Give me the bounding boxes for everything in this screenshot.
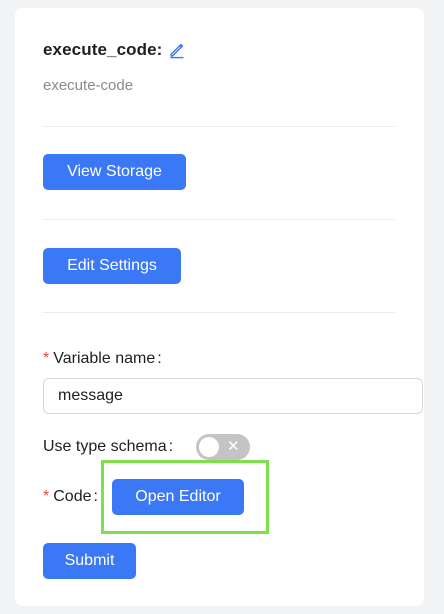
variable-name-label-text: Variable name — [53, 350, 156, 367]
use-type-schema-label-text: Use type schema — [43, 438, 167, 455]
view-storage-button[interactable]: View Storage — [43, 154, 186, 190]
toggle-knob — [199, 437, 219, 457]
close-icon: ✕ — [227, 438, 240, 455]
use-type-schema-label: Use type schema: — [43, 438, 173, 456]
edit-settings-button[interactable]: Edit Settings — [43, 248, 181, 284]
code-label-text: Code — [53, 488, 92, 505]
pencil-icon[interactable] — [168, 41, 186, 59]
submit-button[interactable]: Submit — [43, 543, 136, 579]
node-title: execute_code: — [43, 40, 163, 59]
variable-name-input[interactable] — [43, 378, 423, 414]
node-settings-card: execute_code: execute-code View Storage … — [15, 8, 424, 606]
use-type-schema-toggle[interactable]: ✕ — [196, 434, 250, 460]
title-row: execute_code: — [43, 40, 186, 60]
divider — [43, 219, 395, 220]
required-mark: * — [43, 350, 50, 367]
open-editor-button[interactable]: Open Editor — [112, 479, 244, 515]
label-colon: : — [168, 438, 174, 455]
divider — [43, 126, 395, 127]
node-subtitle: execute-code — [43, 77, 134, 94]
code-label: * Code: — [43, 488, 98, 506]
label-colon: : — [157, 350, 162, 367]
required-mark: * — [43, 488, 50, 505]
divider — [43, 312, 395, 313]
label-colon: : — [93, 488, 98, 505]
variable-name-label: * Variable name: — [43, 350, 162, 368]
